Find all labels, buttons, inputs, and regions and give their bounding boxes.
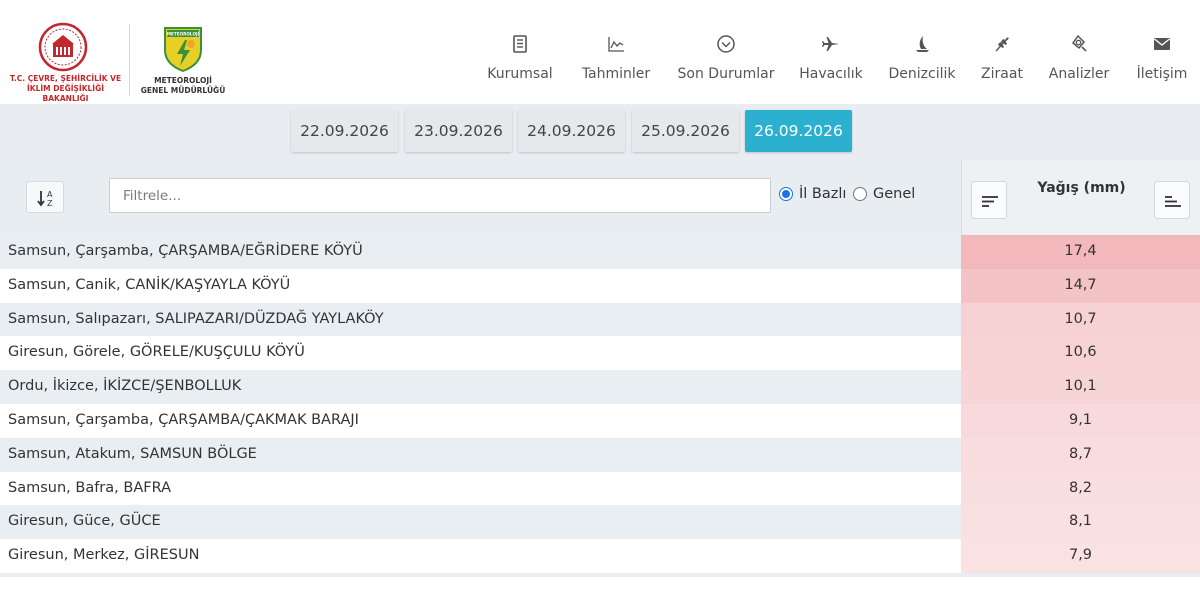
value-column-header: Yağış (mm) bbox=[961, 160, 1200, 235]
plane-icon bbox=[822, 37, 839, 51]
precipitation-value: 9,1 bbox=[961, 403, 1200, 438]
mgm-shield-label: METEOROLOJİ bbox=[167, 32, 200, 37]
results-table: Samsun, Çarşamba, ÇARŞAMBA/EĞRİDERE KÖYÜ… bbox=[0, 235, 1200, 573]
precipitation-value: 14,7 bbox=[961, 268, 1200, 303]
filter-input[interactable] bbox=[109, 178, 771, 213]
table-row[interactable]: Ordu, İkizce, İKİZCE/ŞENBOLLUK 10,1 bbox=[0, 370, 1200, 404]
precipitation-value: 10,7 bbox=[961, 302, 1200, 337]
date-selector: 22.09.2026 23.09.2026 24.09.2026 25.09.2… bbox=[0, 104, 1200, 160]
precipitation-value: 10,1 bbox=[961, 370, 1200, 404]
table-row[interactable]: Samsun, Atakum, SAMSUN BÖLGE 8,7 bbox=[0, 437, 1200, 472]
table-row[interactable]: Samsun, Bafra, BAFRA 8,2 bbox=[0, 471, 1200, 506]
station-name: Giresun, Güce, GÜCE bbox=[8, 513, 161, 530]
nav-label: İletişim bbox=[1136, 66, 1188, 82]
nav-tahminler[interactable]: Tahminler bbox=[576, 34, 656, 90]
envelope-icon bbox=[1154, 38, 1170, 50]
sail-icon bbox=[916, 36, 929, 52]
precipitation-value: 8,2 bbox=[961, 471, 1200, 506]
sort-az-icon: A Z bbox=[37, 190, 53, 208]
wheat-icon bbox=[995, 37, 1009, 52]
station-name: Giresun, Merkez, GİRESUN bbox=[8, 547, 200, 564]
station-name: Giresun, Görele, GÖRELE/KUŞÇULU KÖYÜ bbox=[8, 344, 305, 361]
ministry-logo[interactable]: T.C. ÇEVRE, ŞEHİRCİLİK VE İKLİM DEĞİŞİKL… bbox=[8, 22, 123, 103]
date-button[interactable]: 25.09.2026 bbox=[632, 110, 739, 152]
nav-label: Kurumsal bbox=[487, 66, 553, 82]
table-row[interactable]: Samsun, Salıpazarı, SALIPAZARI/DÜZDAĞ YA… bbox=[0, 302, 1200, 337]
nav-son-durumlar[interactable]: Son Durumlar bbox=[675, 34, 777, 90]
table-row[interactable]: Giresun, Merkez, GİRESUN 7,9 bbox=[0, 539, 1200, 573]
nav-havacilik[interactable]: Havacılık bbox=[796, 34, 866, 90]
radio-genel[interactable]: Genel bbox=[853, 184, 915, 204]
table-row[interactable]: Samsun, Çarşamba, ÇARŞAMBA/EĞRİDERE KÖYÜ… bbox=[0, 235, 1200, 269]
mgm-logo[interactable]: METEOROLOJİ METEOROLOJİ GENEL MÜDÜRLÜĞÜ bbox=[140, 26, 230, 98]
station-name: Samsun, Bafra, BAFRA bbox=[8, 479, 171, 496]
station-name: Samsun, Çarşamba, ÇARŞAMBA/EĞRİDERE KÖYÜ bbox=[8, 243, 363, 259]
sort-az-button[interactable]: A Z bbox=[26, 181, 64, 213]
date-button-active[interactable]: 26.09.2026 bbox=[745, 110, 852, 152]
site-header: T.C. ÇEVRE, ŞEHİRCİLİK VE İKLİM DEĞİŞİKL… bbox=[0, 0, 1200, 104]
nav-label: Denizcilik bbox=[888, 66, 956, 82]
sort-asc-button[interactable] bbox=[1154, 181, 1190, 219]
date-button[interactable]: 24.09.2026 bbox=[518, 110, 625, 152]
ministry-name-line1: T.C. ÇEVRE, ŞEHİRCİLİK VE bbox=[9, 74, 122, 83]
station-name: Ordu, İkizce, İKİZCE/ŞENBOLLUK bbox=[8, 378, 242, 395]
station-name: Samsun, Çarşamba, ÇARŞAMBA/ÇAKMAK BARAJI bbox=[8, 411, 359, 428]
ministry-seal-icon bbox=[38, 22, 88, 72]
table-row[interactable]: Samsun, Canik, CANİK/KAŞYAYLA KÖYÜ 14,7 bbox=[0, 268, 1200, 303]
nav-label: Ziraat bbox=[981, 66, 1023, 82]
svg-text:A: A bbox=[47, 190, 53, 199]
precipitation-value: 8,1 bbox=[961, 505, 1200, 540]
ministry-name-line2: İKLİM DEĞİŞİKLİĞİ BAKANLIĞI bbox=[26, 84, 105, 103]
svg-text:Z: Z bbox=[47, 199, 53, 208]
radio-il-bazli-label: İl Bazlı bbox=[799, 186, 847, 202]
sort-desc-icon bbox=[982, 196, 998, 207]
nav-ziraat[interactable]: Ziraat bbox=[978, 34, 1026, 90]
chevron-circle-icon bbox=[717, 35, 735, 53]
date-button[interactable]: 22.09.2026 bbox=[291, 110, 398, 152]
station-name: Samsun, Atakum, SAMSUN BÖLGE bbox=[8, 445, 257, 462]
sort-asc-icon bbox=[1165, 196, 1181, 207]
nav-denizcilik[interactable]: Denizcilik bbox=[886, 34, 958, 90]
radio-genel-label: Genel bbox=[873, 186, 916, 202]
logo-divider bbox=[129, 24, 130, 96]
date-button[interactable]: 23.09.2026 bbox=[405, 110, 512, 152]
nav-label: Analizler bbox=[1048, 66, 1110, 82]
nav-kurumsal[interactable]: Kurumsal bbox=[480, 34, 560, 90]
station-name: Samsun, Salıpazarı, SALIPAZARI/DÜZDAĞ YA… bbox=[8, 310, 384, 327]
table-row[interactable]: Samsun, Çarşamba, ÇARŞAMBA/ÇAKMAK BARAJI… bbox=[0, 403, 1200, 438]
chart-icon bbox=[608, 37, 624, 52]
radio-il-bazli[interactable]: İl Bazlı bbox=[779, 184, 846, 204]
precipitation-value: 8,7 bbox=[961, 437, 1200, 472]
precipitation-value: 10,6 bbox=[961, 336, 1200, 371]
mgm-shield-icon: METEOROLOJİ bbox=[164, 27, 202, 72]
sort-desc-button[interactable] bbox=[971, 181, 1007, 219]
nav-label: Tahminler bbox=[581, 66, 651, 82]
precipitation-value: 7,9 bbox=[961, 539, 1200, 573]
precipitation-value: 17,4 bbox=[961, 235, 1200, 269]
station-name: Samsun, Canik, CANİK/KAŞYAYLA KÖYÜ bbox=[8, 276, 291, 293]
nav-analizler[interactable]: Analizler bbox=[1047, 34, 1111, 90]
radio-il-bazli-circle[interactable] bbox=[779, 187, 793, 201]
mgm-name-line2: GENEL MÜDÜRLÜĞÜ bbox=[140, 86, 226, 95]
table-row[interactable]: Giresun, Görele, GÖRELE/KUŞÇULU KÖYÜ 10,… bbox=[0, 336, 1200, 371]
document-icon bbox=[513, 35, 527, 53]
mgm-name-line1: METEOROLOJİ bbox=[154, 76, 212, 85]
nav-label: Havacılık bbox=[799, 66, 863, 82]
table-row[interactable]: Giresun, Güce, GÜCE 8,1 bbox=[0, 505, 1200, 540]
nav-iletisim[interactable]: İletişim bbox=[1134, 34, 1190, 90]
radio-genel-circle[interactable] bbox=[853, 187, 867, 201]
nav-label: Son Durumlar bbox=[677, 66, 775, 82]
magnifier-icon bbox=[1071, 34, 1087, 52]
table-bottom-edge bbox=[0, 573, 1200, 577]
